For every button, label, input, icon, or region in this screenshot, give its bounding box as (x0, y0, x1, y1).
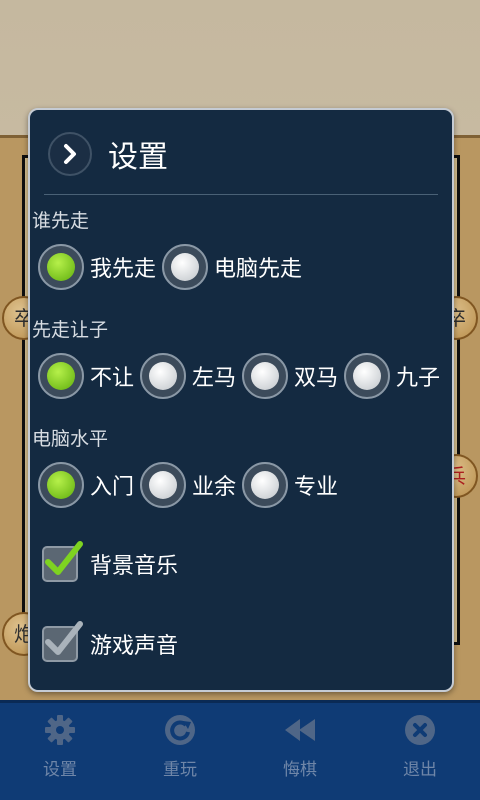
level-label: 电脑水平 (32, 428, 109, 450)
radio-button[interactable] (38, 462, 84, 508)
radio-option-amateur[interactable]: 业余 (140, 462, 236, 508)
settings-dialog: 设置 谁先走 我先走 电脑先走 先走让子 不让 左马 双马 九子 电脑水平 入门… (28, 108, 454, 692)
header-divider (44, 194, 438, 195)
radio-label: 我先走 (90, 257, 157, 282)
radio-button[interactable] (242, 353, 289, 399)
radio-option-no-handicap[interactable]: 不让 (38, 353, 134, 399)
nav-replay-label: 重玩 (163, 760, 197, 780)
radio-option-me-first[interactable]: 我先走 (38, 244, 156, 290)
bottom-nav: 设置 重玩 悔棋 退出 (0, 700, 480, 800)
radio-button[interactable] (162, 244, 209, 290)
nav-settings-label: 设置 (43, 760, 77, 780)
bg-music-checkbox[interactable] (42, 541, 83, 582)
radio-button[interactable] (140, 353, 187, 399)
radio-option-left-horse[interactable]: 左马 (140, 353, 236, 399)
handicap-radio-group: 不让 左马 双马 九子 (38, 353, 446, 399)
who-first-label: 谁先走 (32, 210, 90, 232)
bg-music-toggle[interactable]: 背景音乐 (42, 541, 179, 582)
game-sound-toggle[interactable]: 游戏声音 (42, 621, 179, 662)
radio-option-computer-first[interactable]: 电脑先走 (162, 244, 302, 290)
radio-label: 九子 (396, 366, 441, 391)
bg-music-label: 背景音乐 (90, 554, 179, 579)
radio-button[interactable] (242, 462, 289, 508)
rewind-icon (285, 719, 315, 741)
radio-button[interactable] (140, 462, 187, 508)
radio-option-beginner[interactable]: 入门 (38, 462, 134, 508)
checkmark-icon (45, 621, 83, 655)
dialog-header: 设置 (48, 132, 168, 176)
radio-option-nine-pieces[interactable]: 九子 (344, 353, 440, 399)
game-sound-checkbox[interactable] (42, 621, 83, 662)
radio-option-two-horses[interactable]: 双马 (242, 353, 338, 399)
radio-label: 双马 (294, 366, 339, 391)
radio-button[interactable] (344, 353, 391, 399)
game-sound-label: 游戏声音 (90, 634, 179, 659)
radio-button[interactable] (38, 353, 84, 399)
nav-exit-label: 退出 (403, 760, 437, 780)
checkmark-icon (45, 541, 83, 575)
who-first-radio-group: 我先走 电脑先走 (38, 244, 308, 290)
replay-icon (165, 715, 195, 745)
handicap-label: 先走让子 (32, 319, 109, 341)
gear-icon (45, 715, 75, 745)
radio-label: 业余 (192, 475, 237, 500)
nav-replay-button[interactable]: 重玩 (120, 703, 240, 800)
radio-button[interactable] (38, 244, 84, 290)
exit-icon (405, 715, 435, 745)
radio-option-professional[interactable]: 专业 (242, 462, 338, 508)
radio-label: 不让 (90, 366, 135, 391)
nav-undo-button[interactable]: 悔棋 (240, 703, 360, 800)
back-button[interactable] (48, 132, 92, 176)
radio-label: 专业 (294, 475, 339, 500)
radio-label: 入门 (90, 475, 135, 500)
radio-label: 电脑先走 (214, 257, 303, 282)
dialog-title: 设置 (108, 140, 168, 175)
radio-label: 左马 (192, 366, 237, 391)
nav-exit-button[interactable]: 退出 (360, 703, 480, 800)
chevron-right-icon (64, 144, 76, 164)
level-radio-group: 入门 业余 专业 (38, 462, 344, 508)
nav-undo-label: 悔棋 (283, 760, 317, 780)
nav-settings-button[interactable]: 设置 (0, 703, 120, 800)
